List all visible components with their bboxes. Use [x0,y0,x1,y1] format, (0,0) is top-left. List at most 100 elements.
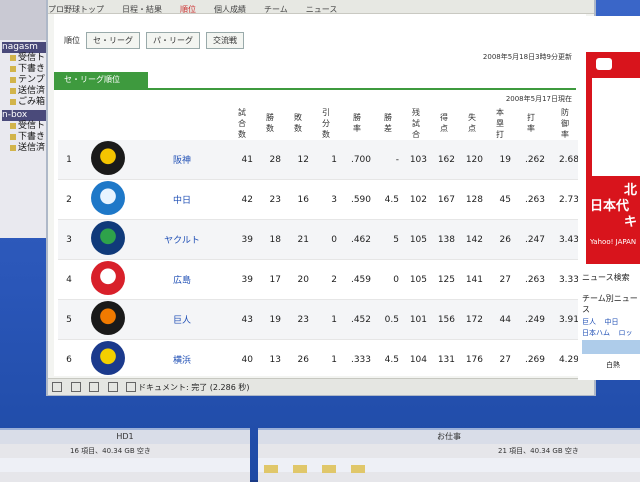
mail-folder[interactable]: 下書き [2,64,52,75]
mail-folder[interactable]: テンプ [2,75,52,86]
swallows-logo-icon[interactable] [91,221,125,255]
stat-cell-11: 3.91 [548,299,582,340]
team-name-link[interactable]: ヤクルト [136,219,228,260]
work-icons [258,458,640,473]
mail-folder-label: ごみ箱 [18,97,46,107]
baystars-logo-icon[interactable] [91,341,125,375]
mail-window: nagasm 受信ト 下書き テンプ 送信済 ごみ箱 n-box 受信ト 下書き 送信済 [0,0,53,238]
column-header-label: 打率 [527,113,535,133]
work-info: 21 項目、40.34 GB 空き [498,447,579,455]
stat-cell-4: .459 [340,259,374,300]
mail-folder[interactable]: ごみ箱 [2,97,52,108]
column-header: 失点 [458,106,486,140]
folder-icon[interactable] [322,465,337,473]
team-logo-cell [80,299,136,340]
team-name-link[interactable]: 広島 [136,259,228,300]
rank-cell: 3 [58,219,80,260]
stat-cell-11: 3.43 [548,219,582,260]
stat-cell-9: 27 [486,259,514,300]
stat-cell-10: .263 [514,179,548,220]
folder-icon [10,122,16,129]
stat-cell-11: 2.68 [548,140,582,180]
stat-cell-11: 4.29 [548,339,582,380]
ad-white-panel [592,78,640,176]
stat-cell-6: 103 [402,140,430,180]
nav-item[interactable]: チーム [264,5,288,13]
news-link-fighters[interactable]: 日本ハム [582,329,610,337]
stat-cell-9: 44 [486,299,514,340]
stat-cell-2: 26 [284,339,312,380]
giants-logo-icon[interactable] [91,301,125,335]
rank-cell: 5 [58,299,80,340]
stat-cell-8: 141 [458,259,486,300]
standings-row: 5 巨人 43 19 23 1.452 0.5 101 156 172 44.249 3.91 [58,299,582,340]
hd1-title[interactable]: HD1 [0,430,250,444]
column-header-label: 勝差 [384,113,392,133]
stat-cell-4: .333 [340,339,374,380]
dragons-logo-icon[interactable] [91,181,125,215]
column-header-label: 本塁打 [496,107,504,139]
stat-cell-6: 104 [402,339,430,380]
stat-cell-3: 0 [312,219,340,260]
mail-folder[interactable]: 下書き [2,132,52,143]
column-header: 敗数 [284,106,312,140]
column-header: 本塁打 [486,106,514,140]
tab-central-league[interactable]: セ・リーグ [86,32,140,49]
stat-cell-4: .452 [340,299,374,340]
folder-icon[interactable] [264,465,278,473]
stat-cell-10: .263 [514,259,548,300]
mail-account: n-box 受信ト 下書き 送信済 [0,110,52,154]
news-link-chunichi[interactable]: 中日 [605,318,619,326]
team-name-link[interactable]: 阪神 [136,140,228,180]
stat-cell-9: 19 [486,140,514,180]
stat-cell-8: 176 [458,339,486,380]
mail-folder[interactable]: 受信ト [2,53,52,64]
folder-icon[interactable] [351,465,366,473]
nav-item[interactable]: 日程・結果 [122,5,162,13]
mail-window-header [0,0,52,40]
tab-interleague[interactable]: 交流戦 [206,32,244,49]
logo-header [80,106,136,140]
mail-folder[interactable]: 送信済 [2,143,52,154]
nav-item[interactable]: プロ野球トップ [48,5,104,13]
stat-cell-1: 23 [256,179,284,220]
stat-cell-0: 40 [228,339,256,380]
column-header-label: 勝率 [353,113,361,133]
nav-item[interactable]: ニュース [306,5,338,13]
column-header: 勝率 [340,106,374,140]
rank-cell: 6 [58,339,80,380]
stat-cell-1: 17 [256,259,284,300]
tigers-logo-icon[interactable] [91,141,125,175]
mail-folder-label: 下書き [18,64,46,74]
mail-folder[interactable]: 受信ト [2,121,52,132]
ad-line3: キ [624,215,638,230]
mail-account-name[interactable]: n-box [2,110,52,121]
warning-icon [89,382,100,392]
news-link-giants[interactable]: 巨人 [582,318,596,326]
column-header: 得点 [430,106,458,140]
column-header-label: 得点 [440,113,448,133]
stat-cell-5: 4.5 [374,339,402,380]
ad-logo-icon [596,58,612,70]
team-name-link[interactable]: 巨人 [136,299,228,340]
mail-account-name[interactable]: nagasm [2,42,52,53]
carp-logo-icon[interactable] [91,261,125,295]
mail-folder[interactable]: 送信済 [2,86,52,97]
ad-brand: Yahoo! JAPAN [590,238,637,246]
folder-icon[interactable] [293,465,308,473]
column-header: 引分数 [312,106,340,140]
sidebar-blue-bar [582,340,640,354]
work-title[interactable]: お仕事 [258,430,640,444]
team-name-link[interactable]: 横浜 [136,339,228,380]
team-name-link[interactable]: 中日 [136,179,228,220]
stat-cell-7: 138 [430,219,458,260]
stat-cell-6: 101 [402,299,430,340]
ad-line1: 北 [624,183,638,198]
tab-pacific-league[interactable]: パ・リーグ [146,32,200,49]
folder-icon [10,76,16,83]
nav-item[interactable]: 順位 [180,5,196,13]
nav-item[interactable]: 個人成績 [214,5,246,13]
league-tabs: 順位 セ・リーグ パ・リーグ 交流戦 [64,32,244,49]
column-header: 勝数 [256,106,284,140]
stat-cell-0: 41 [228,140,256,180]
